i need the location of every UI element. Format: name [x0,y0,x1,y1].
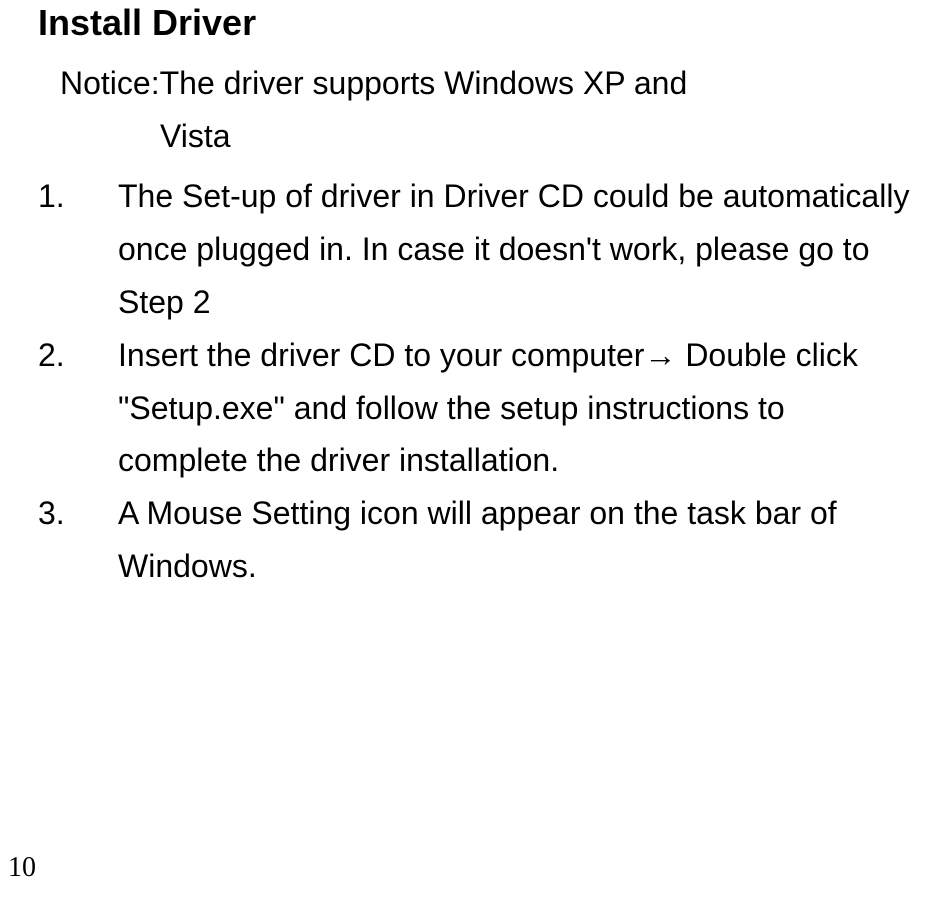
step-number: 3. [38,487,118,593]
page-number: 10 [8,852,36,884]
step-number: 2. [38,329,118,487]
section-heading: Install Driver [38,0,916,47]
step-number: 1. [38,170,118,328]
notice-line-2: Vista [60,110,916,163]
step-text: A Mouse Setting icon will appear on the … [118,487,916,593]
list-item: 2. Insert the driver CD to your computer… [38,329,916,487]
list-item: 3. A Mouse Setting icon will appear on t… [38,487,916,593]
notice-text: Notice:The driver supports Windows XP an… [38,57,916,163]
steps-list: 1. The Set-up of driver in Driver CD cou… [38,170,916,592]
step-text: The Set-up of driver in Driver CD could … [118,170,916,328]
step-text: Insert the driver CD to your computer→ D… [118,329,916,487]
list-item: 1. The Set-up of driver in Driver CD cou… [38,170,916,328]
notice-line-1: Notice:The driver supports Windows XP an… [60,57,916,110]
